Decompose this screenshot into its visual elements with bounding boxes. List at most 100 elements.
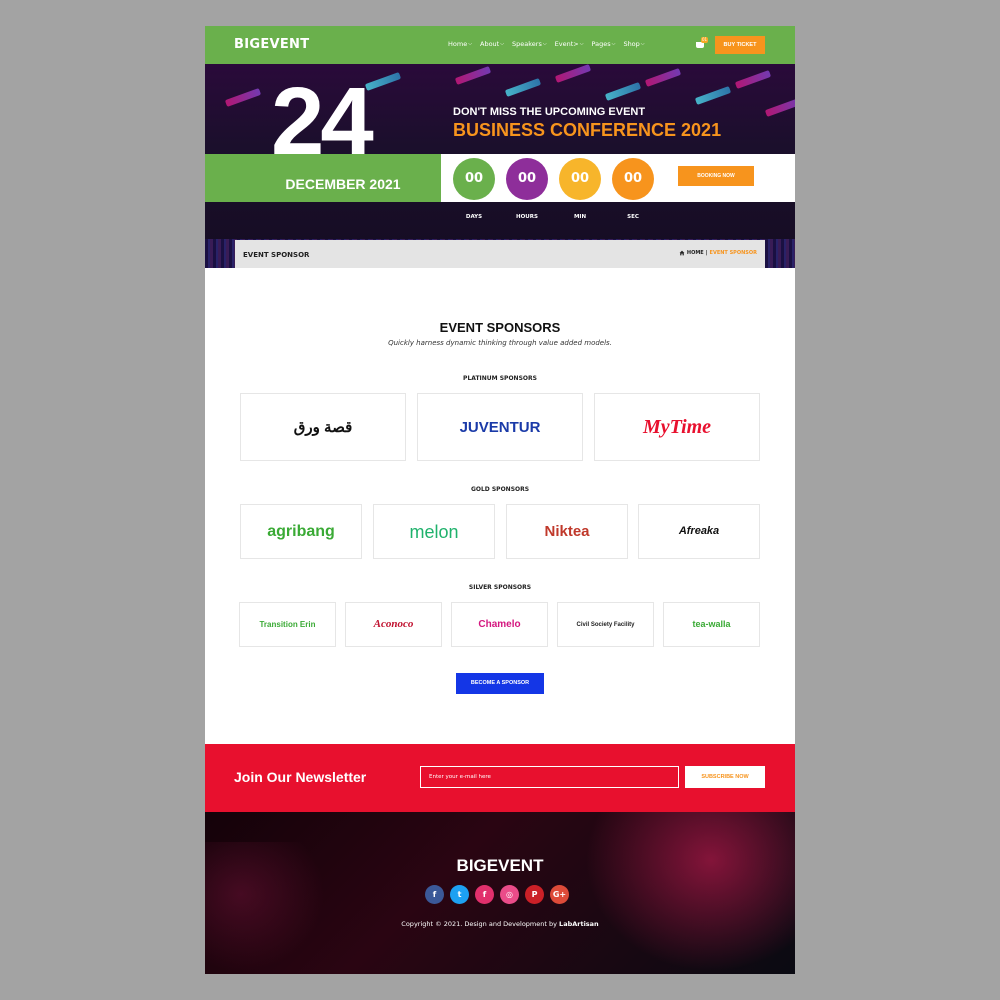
social-links: f t f ◎ P G+	[425, 885, 569, 904]
sponsor-logo-card[interactable]: Aconoco	[345, 602, 442, 647]
sponsor-logo-transition-erin: Transition Erin	[259, 619, 316, 629]
become-sponsor-button[interactable]: BECOME A SPONSOR	[456, 673, 544, 694]
sponsor-logo-melon: melon	[409, 521, 459, 542]
platinum-label: PLATINUM SPONSORS	[463, 375, 537, 382]
sponsor-logo-aconoco: Aconoco	[373, 618, 414, 630]
stage-light	[644, 68, 682, 87]
breadcrumb: HOME | EVENT SPONSOR	[679, 250, 757, 256]
stage-light	[504, 78, 542, 97]
facebook-alt-icon[interactable]: f	[475, 885, 494, 904]
chevron-down-icon: ⌵	[579, 41, 584, 47]
stage-light	[764, 98, 795, 117]
sponsor-logo-card[interactable]: Civil Society Facility	[557, 602, 654, 647]
twitter-icon[interactable]: t	[450, 885, 469, 904]
breadcrumb-separator: |	[705, 250, 708, 256]
sponsor-logo-agribang: agribang	[267, 522, 335, 540]
gold-label: GOLD SPONSORS	[470, 486, 530, 493]
chevron-down-icon: ⌵	[611, 41, 616, 47]
hero-title: BUSINESS CONFERENCE 2021	[453, 120, 722, 140]
breadcrumb-bar: EVENT SPONSOR HOME | EVENT SPONSOR	[235, 240, 765, 268]
cart-count-badge: 01	[701, 37, 708, 43]
nav-item-about[interactable]: About ⌵	[480, 40, 504, 48]
sponsor-logo-mytime: MyTime	[642, 416, 712, 438]
sponsor-logo-civil-society: Civil Society Facility	[576, 621, 635, 628]
chevron-down-icon: ⌵	[500, 41, 505, 47]
nav-item-shop[interactable]: Shop ⌵	[623, 40, 644, 48]
silver-label: SILVER SPONSORS	[468, 584, 532, 591]
sponsor-logo-card[interactable]: قصة ورق	[240, 393, 406, 461]
sponsor-logo-card[interactable]: Afreaka	[638, 504, 760, 559]
chevron-down-icon: ⌵	[542, 41, 547, 47]
nav-label: Event>	[554, 40, 579, 48]
nav-label: Shop	[623, 40, 640, 48]
sponsor-logo-card[interactable]: JUVENTUR	[417, 393, 583, 461]
countdown-days: 00	[453, 158, 495, 200]
countdown-min-label: MIN	[573, 214, 587, 220]
footer: BIGEVENT f t f ◎ P G+ Copyright © 2021. …	[205, 812, 795, 974]
nav-item-event[interactable]: Event> ⌵	[555, 40, 584, 48]
stage-light	[694, 86, 732, 105]
stage-light	[224, 88, 262, 107]
nav-item-pages[interactable]: Pages ⌵	[592, 40, 616, 48]
breadcrumb-home-link[interactable]: HOME	[687, 250, 704, 256]
sponsor-logo-card[interactable]: Niktea	[506, 504, 628, 559]
page: BIGEVENT Home ⌵ About ⌵ Speakers ⌵ Event> ⌵ …	[205, 26, 795, 974]
home-icon	[679, 250, 685, 256]
sponsor-logo-card[interactable]: melon	[373, 504, 495, 559]
breadcrumb-current: EVENT SPONSOR	[709, 250, 757, 256]
sponsor-logo-tea-walla: tea-walla	[692, 619, 731, 629]
footer-brand: BIGEVENT	[456, 856, 544, 875]
countdown-hours: 00	[506, 158, 548, 200]
countdown-days-label: DAYS	[465, 214, 483, 220]
nav-item-speakers[interactable]: Speakers ⌵	[512, 40, 547, 48]
sponsor-logo-qissat-waraq: قصة ورق	[293, 418, 353, 436]
stage-light	[554, 64, 592, 83]
countdown-sec-label: SEC	[627, 214, 639, 220]
sponsor-logo-chamelo: Chamelo	[478, 618, 521, 630]
facebook-icon[interactable]: f	[425, 885, 444, 904]
subscribe-button[interactable]: SUBSCRIBE NOW	[685, 766, 765, 788]
nav-item-home[interactable]: Home ⌵	[448, 40, 472, 48]
sponsor-logo-card[interactable]: MyTime	[594, 393, 760, 461]
stage-light	[454, 66, 492, 85]
footer-glow	[585, 812, 795, 972]
copyright-author-link[interactable]: LabArtisan	[559, 920, 599, 928]
stage-light	[734, 70, 772, 89]
chevron-down-icon: ⌵	[640, 41, 645, 47]
buy-ticket-button[interactable]: BUY TICKET	[715, 36, 765, 54]
newsletter-title: Join Our Newsletter	[234, 769, 367, 785]
cart-icon[interactable]: 01	[696, 37, 708, 48]
hero-banner: 24 DECEMBER 2021 DON'T MISS THE UPCOMING…	[205, 64, 795, 268]
dribbble-icon[interactable]: ◎	[500, 885, 519, 904]
stage-light	[364, 72, 402, 91]
brand-logo[interactable]: BIGEVENT	[234, 37, 309, 52]
copyright: Copyright © 2021. Design and Development…	[205, 920, 795, 928]
copyright-text: Copyright © 2021. Design and Development…	[401, 920, 557, 928]
nav-label: Speakers	[512, 40, 542, 48]
event-month-year: DECEMBER 2021	[285, 176, 401, 192]
booking-now-button[interactable]: BOOKING NOW	[678, 166, 754, 186]
nav-label: About	[480, 40, 500, 48]
sponsor-logo-card[interactable]: agribang	[240, 504, 362, 559]
sponsor-logo-card[interactable]: Chamelo	[451, 602, 548, 647]
google-plus-icon[interactable]: G+	[550, 885, 569, 904]
event-day: 24	[271, 68, 374, 175]
nav-label: Pages	[591, 40, 611, 48]
countdown-min: 00	[559, 158, 601, 200]
countdown-sec: 00	[612, 158, 654, 200]
page-title: EVENT SPONSOR	[243, 251, 310, 259]
newsletter-section: Join Our Newsletter SUBSCRIBE NOW	[205, 744, 795, 812]
top-navbar: BIGEVENT Home ⌵ About ⌵ Speakers ⌵ Event> ⌵ …	[205, 26, 795, 64]
main-nav: Home ⌵ About ⌵ Speakers ⌵ Event> ⌵ Pages ⌵ Sh…	[448, 40, 645, 48]
sponsor-logo-juventur: JUVENTUR	[459, 418, 541, 436]
section-subtitle: Quickly harness dynamic thinking through…	[388, 339, 612, 347]
chevron-down-icon: ⌵	[468, 41, 472, 47]
nav-label: Home	[448, 40, 468, 48]
sponsor-logo-afreaka: Afreaka	[678, 525, 720, 537]
hero-kicker: DON'T MISS THE UPCOMING EVENT	[453, 106, 646, 118]
pinterest-icon[interactable]: P	[525, 885, 544, 904]
email-field[interactable]	[420, 766, 679, 788]
sponsor-logo-card[interactable]: tea-walla	[663, 602, 760, 647]
sponsor-logo-card[interactable]: Transition Erin	[239, 602, 336, 647]
stage-light	[604, 82, 642, 101]
